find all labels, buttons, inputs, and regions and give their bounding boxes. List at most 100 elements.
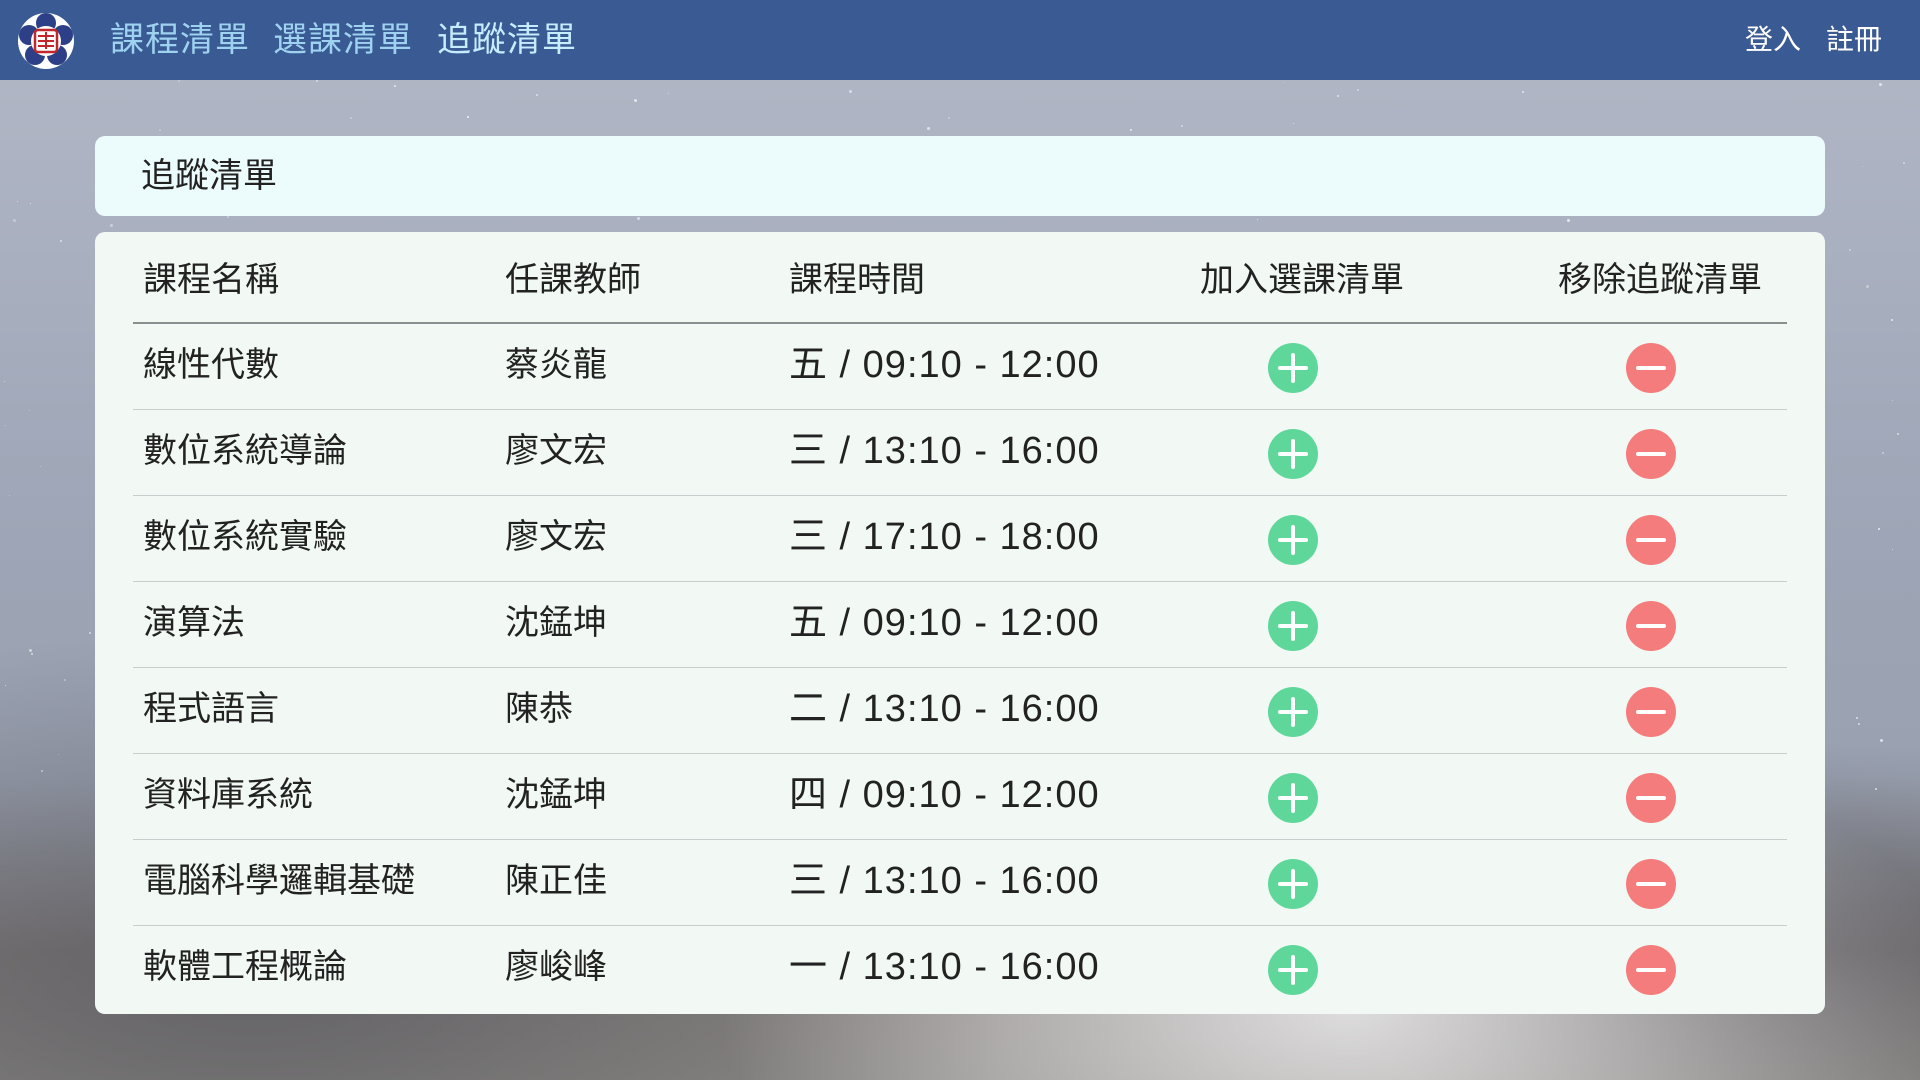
course-name: 程式語言: [143, 689, 279, 729]
register-link[interactable]: 註冊: [1826, 20, 1882, 60]
star-dot: [9, 495, 10, 496]
plus-circle-icon[interactable]: [1268, 687, 1318, 737]
star-dot: [40, 466, 41, 467]
course-teacher: 陳正佳: [505, 861, 607, 901]
star-dot: [1891, 319, 1893, 321]
table-row: 程式語言 陳恭 二 / 13:10 - 16:00: [133, 668, 1787, 754]
nav-selected-list[interactable]: 選課清單: [273, 18, 413, 62]
course-time: 五 / 09:10 - 12:00: [789, 344, 1100, 386]
star-dot: [1293, 123, 1294, 124]
star-dot: [5, 425, 6, 426]
course-name: 軟體工程概論: [143, 947, 347, 987]
star-dot: [1856, 717, 1858, 719]
star-dot: [4, 381, 5, 382]
star-dot: [1880, 739, 1883, 742]
plus-circle-icon[interactable]: [1268, 945, 1318, 995]
star-dot: [1866, 285, 1869, 288]
star-dot: [1862, 166, 1863, 167]
star-dot: [1882, 452, 1884, 454]
star-dot: [29, 410, 30, 411]
header-add-to-selection: 加入選課清單: [1200, 260, 1404, 300]
course-teacher: 廖峻峰: [505, 947, 607, 987]
course-name: 線性代數: [143, 345, 279, 385]
course-teacher: 廖文宏: [505, 431, 607, 471]
plus-circle-icon[interactable]: [1268, 859, 1318, 909]
star-dot: [5, 685, 6, 686]
star-dot: [1903, 162, 1905, 164]
star-dot: [31, 653, 33, 655]
nav-course-list[interactable]: 課程清單: [110, 18, 250, 62]
star-dot: [1897, 433, 1899, 435]
plus-circle-icon[interactable]: [1268, 343, 1318, 393]
star-dot: [948, 117, 950, 119]
star-dot: [89, 632, 91, 634]
star-dot: [29, 649, 32, 652]
minus-circle-icon[interactable]: [1626, 343, 1676, 393]
course-teacher: 廖文宏: [505, 517, 607, 557]
star-dot: [60, 240, 62, 242]
star-dot: [1849, 249, 1851, 251]
plus-circle-icon[interactable]: [1268, 515, 1318, 565]
star-dot: [178, 80, 180, 82]
minus-circle-icon[interactable]: [1626, 515, 1676, 565]
star-dot: [159, 129, 161, 131]
minus-circle-icon[interactable]: [1626, 601, 1676, 651]
star-dot: [467, 116, 469, 118]
table-row: 資料庫系統 沈錳坤 四 / 09:10 - 12:00: [133, 754, 1787, 840]
course-name: 資料庫系統: [143, 775, 313, 815]
course-time: 三 / 13:10 - 16:00: [789, 860, 1100, 902]
star-dot: [17, 201, 18, 202]
table-row: 線性代數 蔡炎龍 五 / 09:10 - 12:00: [133, 324, 1787, 410]
course-name: 數位系統實驗: [143, 517, 347, 557]
star-dot: [110, 224, 113, 227]
star-dot: [41, 770, 43, 772]
course-name: 電腦科學邏輯基礎: [143, 861, 415, 901]
school-seal-logo-icon[interactable]: [16, 11, 76, 71]
login-link[interactable]: 登入: [1745, 20, 1801, 60]
star-dot: [849, 90, 852, 93]
star-dot: [58, 754, 59, 755]
header-course-name: 課程名稱: [143, 260, 279, 300]
nav-tracking-list[interactable]: 追蹤清單: [437, 18, 577, 62]
table-row: 數位系統導論 廖文宏 三 / 13:10 - 16:00: [133, 410, 1787, 496]
course-time: 三 / 17:10 - 18:00: [789, 516, 1100, 558]
minus-circle-icon[interactable]: [1626, 945, 1676, 995]
minus-circle-icon[interactable]: [1626, 687, 1676, 737]
star-dot: [1892, 400, 1893, 401]
star-dot: [350, 117, 352, 119]
star-dot: [64, 679, 66, 681]
star-dot: [316, 80, 318, 82]
header-remove-tracking: 移除追蹤清單: [1558, 260, 1762, 300]
course-time: 五 / 09:10 - 12:00: [789, 602, 1100, 644]
star-dot: [1130, 129, 1132, 131]
minus-circle-icon[interactable]: [1626, 859, 1676, 909]
header-time: 課程時間: [789, 260, 925, 300]
star-dot: [536, 94, 538, 96]
star-dot: [927, 127, 930, 130]
plus-circle-icon[interactable]: [1268, 429, 1318, 479]
course-time: 一 / 13:10 - 16:00: [789, 946, 1100, 988]
plus-circle-icon[interactable]: [1268, 773, 1318, 823]
star-dot: [668, 93, 669, 94]
star-dot: [1522, 91, 1524, 93]
minus-circle-icon[interactable]: [1626, 429, 1676, 479]
star-dot: [1284, 82, 1285, 83]
course-time: 三 / 13:10 - 16:00: [789, 430, 1100, 472]
table-row: 軟體工程概論 廖峻峰 一 / 13:10 - 16:00: [133, 926, 1787, 1012]
star-dot: [1181, 125, 1183, 127]
table-row: 演算法 沈錳坤 五 / 09:10 - 12:00: [133, 582, 1787, 668]
star-dot: [1567, 219, 1570, 222]
star-dot: [394, 85, 396, 87]
star-dot: [1892, 549, 1893, 550]
plus-circle-icon[interactable]: [1268, 601, 1318, 651]
course-teacher: 沈錳坤: [505, 603, 607, 643]
table-row: 數位系統實驗 廖文宏 三 / 17:10 - 18:00: [133, 496, 1787, 582]
star-dot: [30, 203, 31, 204]
minus-circle-icon[interactable]: [1626, 773, 1676, 823]
course-name: 演算法: [143, 603, 245, 643]
star-dot: [1257, 219, 1258, 220]
star-dot: [1878, 528, 1880, 530]
star-dot: [1858, 723, 1860, 725]
star-dot: [1875, 788, 1877, 790]
star-dot: [1879, 83, 1882, 86]
